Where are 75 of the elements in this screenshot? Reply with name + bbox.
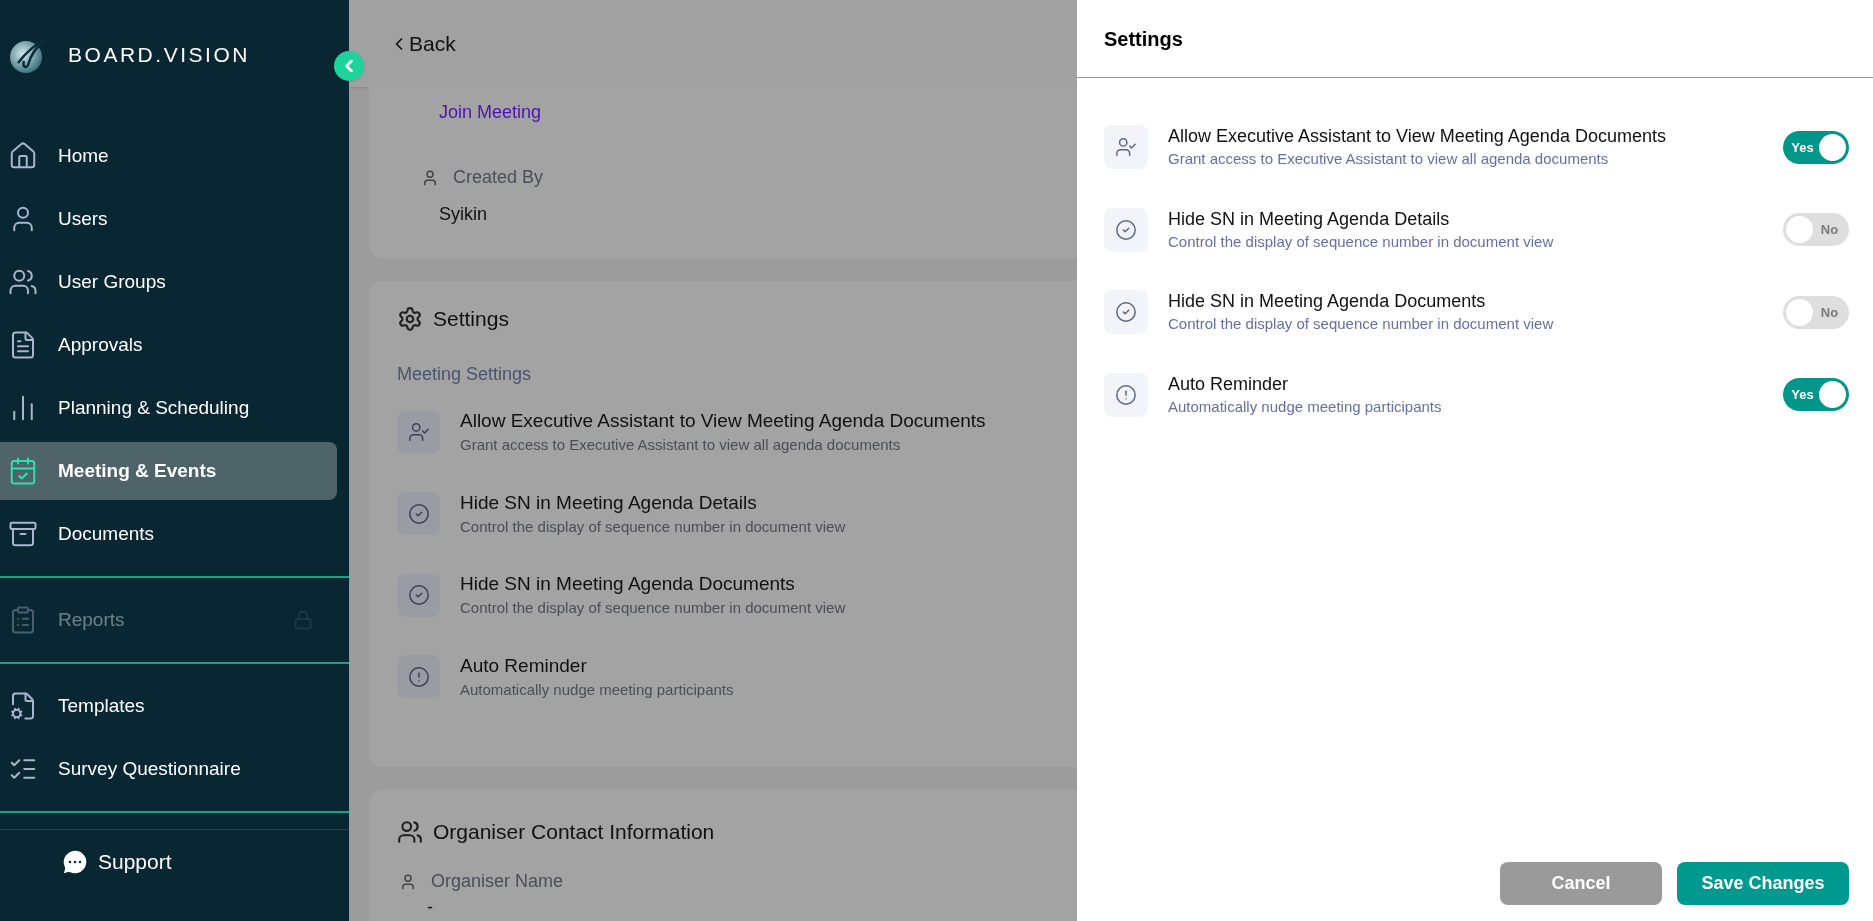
sidebar-label: Meeting & Events — [58, 458, 218, 483]
settings-icon — [397, 306, 423, 332]
toggle-text: No — [1819, 221, 1840, 239]
setting-description: Control the display of sequence number in document view — [1168, 314, 1555, 334]
user-check-icon — [1115, 136, 1137, 159]
toggle-knob — [1786, 216, 1813, 244]
users-icon — [8, 267, 38, 297]
sidebar-item[interactable]: Users — [0, 190, 337, 248]
field-label: Organiser Name — [431, 870, 564, 893]
sidebar-item[interactable]: Meeting & Events — [0, 442, 337, 500]
user-icon — [399, 872, 417, 891]
setting-description: Grant access to Executive Assistant to view all agenda documents — [1168, 149, 1610, 169]
sidebar-item[interactable]: Home — [0, 127, 337, 185]
toggle-text: No — [1819, 303, 1840, 322]
setting-title: Hide SN in Meeting Agenda Details — [460, 490, 758, 515]
calendar-check-icon — [8, 456, 38, 486]
sidebar-item[interactable]: Survey Questionnaire — [0, 740, 337, 798]
sidebar-item[interactable]: User Groups — [0, 253, 337, 311]
toggle-switch[interactable]: Yes — [1783, 378, 1849, 412]
setting-description: Control the display of sequence number in document view — [460, 598, 846, 618]
sidebar-label: Survey Questionnaire — [58, 756, 242, 781]
sidebar-item[interactable]: Planning & Scheduling — [0, 379, 337, 437]
drawer-title: Settings — [1104, 26, 1183, 52]
join-meeting-link[interactable]: Join Meeting — [439, 99, 542, 126]
toggle-text: Yes — [1790, 138, 1815, 157]
setting-description: Grant access to Executive Assistant to view all agenda documents — [460, 435, 902, 455]
back-link[interactable]: Back — [389, 27, 456, 60]
setting-title: Allow Executive Assistant to View Meeting Agenda Documents — [1168, 125, 1667, 148]
support-link[interactable]: Support — [98, 846, 172, 878]
sidebar-label: Approvals — [58, 332, 144, 357]
alert-circle-icon — [1115, 383, 1137, 406]
sidebar-item[interactable]: Approvals — [0, 316, 337, 374]
sidebar-label: Users — [58, 206, 109, 231]
home-icon — [8, 141, 38, 171]
check-circle-icon — [1115, 301, 1137, 324]
user-check-icon — [407, 421, 430, 444]
collapse-button[interactable] — [334, 51, 364, 81]
sidebar-label: Documents — [58, 521, 156, 546]
card-title: Settings — [433, 306, 509, 333]
sidebar-label: Home — [58, 143, 110, 168]
setting-title: Auto Reminder — [1168, 372, 1290, 396]
sidebar-label: Templates — [58, 693, 146, 718]
sidebar-label: Reports — [58, 607, 126, 632]
check-circle-icon — [407, 584, 430, 607]
card-title: Organiser Contact Information — [433, 819, 715, 846]
sidebar-item[interactable]: Documents — [0, 505, 337, 563]
toggle-knob — [1819, 381, 1846, 409]
field-value: - — [427, 897, 433, 917]
toggle-knob — [1819, 133, 1846, 161]
brand-name: BOARD.VISION — [68, 42, 250, 69]
archive-icon — [8, 519, 38, 549]
user-icon — [421, 168, 439, 187]
setting-description: Control the display of sequence number in document view — [460, 516, 846, 537]
setting-description: Control the display of sequence number in document view — [1168, 231, 1555, 252]
check-circle-icon — [1115, 218, 1137, 241]
toggle-switch[interactable]: Yes — [1783, 130, 1849, 164]
setting-title: Hide SN in Meeting Agenda Documents — [1168, 290, 1487, 313]
field-value: Syikin — [439, 203, 487, 226]
section-subtitle: Meeting Settings — [397, 363, 532, 386]
sidebar-label: Planning & Scheduling — [58, 395, 251, 420]
setting-title: Allow Executive Assistant to View Meeting Agenda Documents — [460, 409, 986, 433]
setting-title: Auto Reminder — [460, 653, 588, 678]
alert-circle-icon — [407, 665, 430, 688]
users-icon — [397, 819, 423, 845]
sidebar-label: User Groups — [58, 269, 167, 294]
setting-title: Hide SN in Meeting Agenda Documents — [460, 572, 796, 596]
setting-title: Hide SN in Meeting Agenda Details — [1168, 207, 1451, 231]
save-changes-button[interactable]: Save Changes — [1677, 862, 1849, 905]
setting-description: Automatically nudge meeting participants — [1168, 396, 1443, 417]
toggle-text: Yes — [1790, 386, 1815, 404]
toggle-knob — [1786, 298, 1813, 326]
check-circle-icon — [407, 502, 430, 525]
sidebar-item[interactable]: Templates — [0, 677, 337, 735]
field-label: Created By — [453, 166, 544, 189]
setting-description: Automatically nudge meeting participants — [460, 679, 734, 700]
